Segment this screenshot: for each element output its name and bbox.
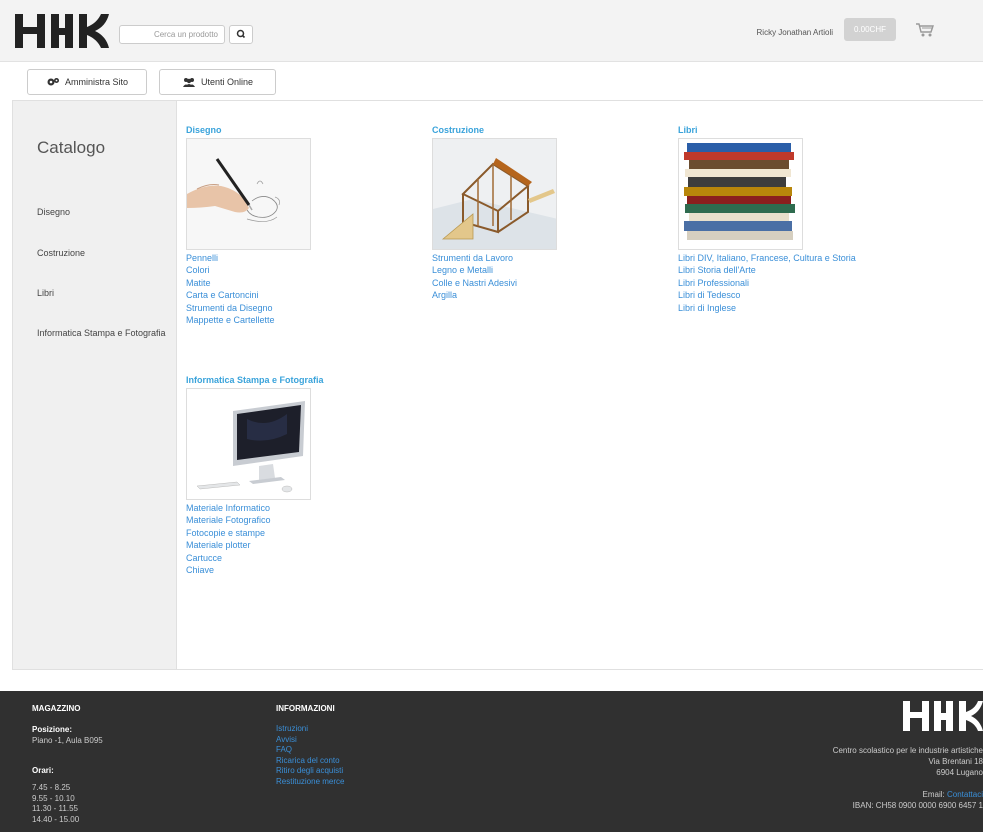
category-image[interactable] [186,388,311,500]
category-title[interactable]: Informatica Stampa e Fotografia [186,375,324,386]
subcategory-link[interactable]: Materiale Fotografico [186,514,324,526]
footer: MAGAZZINO Posizione: Piano -1, Aula B095… [0,691,983,832]
subcategory-link[interactable]: Chiave [186,564,324,576]
iban: IBAN: CH58 0900 0000 6900 6457 1 [852,801,983,810]
position-label: Posizione: [32,725,73,734]
footer-heading-magazzino: MAGAZZINO [32,704,81,713]
footer-link-avvisi[interactable]: Avvisi [276,735,344,746]
subcategory-link[interactable]: Strumenti da Lavoro [432,252,557,264]
subcategory-link[interactable]: Libri DIV, Italiano, Francese, Cultura e… [678,252,856,264]
footer-link-istruzioni[interactable]: Istruzioni [276,724,344,735]
subcategory-link[interactable]: Libri di Tedesco [678,289,856,301]
balance-badge[interactable]: 0.00CHF [844,18,896,41]
subcategory-link[interactable]: Argilla [432,289,557,301]
subcategory-link[interactable]: Materiale Informatico [186,502,324,514]
subcategory-link[interactable]: Carta e Cartoncini [186,289,311,301]
info-links: Istruzioni Avvisi FAQ Ricarica del conto… [276,724,344,788]
book-stack-icon [679,139,802,249]
computer-monitor-icon [187,389,310,499]
subcategory-link[interactable]: Colle e Nastri Adesivi [432,277,557,289]
users-icon [182,78,195,87]
footer-link-ritiro[interactable]: Ritiro degli acquisti [276,766,344,777]
subcategory-link[interactable]: Mappette e Cartellette [186,314,311,326]
school-city: 6904 Lugano [936,768,983,777]
subcategory-link[interactable]: Matite [186,277,311,289]
online-users-label: Utenti Online [200,77,254,87]
sidebar-item-disegno[interactable]: Disegno [37,207,70,217]
contact-link[interactable]: Contattaci [947,790,983,799]
sidebar-item-libri[interactable]: Libri [37,288,54,298]
search-button[interactable] [229,25,253,44]
school-street: Via Brentani 18 [928,757,983,766]
hours-item: 9.55 - 10.10 [32,793,75,803]
subcategory-link[interactable]: Pennelli [186,252,311,264]
category-informatica: Informatica Stampa e Fotografia Material… [186,375,324,576]
sidebar-title: Catalogo [37,138,106,157]
school-name: Centro scolastico per le industrie artis… [832,746,983,755]
category-title[interactable]: Disegno [186,125,311,136]
position-value: Piano -1, Aula B095 [32,736,103,745]
subcategory-link[interactable]: Materiale plotter [186,539,324,551]
category-costruzione: Costruzione Strumenti da Lavoro Legno e … [432,125,557,302]
subcategory-list: Libri DIV, Italiano, Francese, Cultura e… [678,252,856,314]
admin-site-button[interactable]: Amministra Sito [27,69,147,95]
sidebar: Catalogo Disegno Costruzione Libri Infor… [13,101,177,669]
sidebar-item-informatica[interactable]: Informatica Stampa e Fotografia [37,328,166,338]
footer-heading-informazioni: INFORMAZIONI [276,704,335,713]
site-logo[interactable] [15,14,111,48]
subcategory-link[interactable]: Libri di Inglese [678,302,856,314]
sidebar-item-costruzione[interactable]: Costruzione [37,248,85,258]
category-title[interactable]: Libri [678,125,856,136]
footer-link-restituzione[interactable]: Restituzione merce [276,777,344,788]
subcategory-link[interactable]: Libri Professionali [678,277,856,289]
shopping-cart-icon[interactable] [915,22,935,38]
subcategory-link[interactable]: Fotocopie e stampe [186,527,324,539]
subcategory-link[interactable]: Libri Storia dell'Arte [678,264,856,276]
user-name[interactable]: Ricky Jonathan Artioli [757,28,833,37]
drawing-hand-icon [187,139,310,249]
email-row: Email: Contattaci [923,790,983,799]
footer-link-ricarica[interactable]: Ricarica del conto [276,756,344,767]
admin-site-label: Amministra Sito [64,77,128,87]
subcategory-link[interactable]: Strumenti da Disegno [186,302,311,314]
hours-item: 14.40 - 15.00 [32,814,80,824]
hours-item: 7.45 - 8.25 [32,783,71,792]
email-label: Email: [922,790,945,799]
subcategory-link[interactable]: Legno e Metalli [432,264,557,276]
hours-label: Orari: [32,766,54,775]
category-disegno: Disegno Pennelli Colori Matite Carta e C… [186,125,311,326]
category-title[interactable]: Costruzione [432,125,557,136]
category-image[interactable] [186,138,311,250]
subcategory-list: Strumenti da Lavoro Legno e Metalli Coll… [432,252,557,302]
subcategory-list: Pennelli Colori Matite Carta e Cartoncin… [186,252,311,326]
search-input[interactable]: Cerca un prodotto [119,25,225,44]
header: Cerca un prodotto Ricky Jonathan Artioli… [0,0,983,62]
catalog-container: Catalogo Disegno Costruzione Libri Infor… [12,100,983,670]
footer-link-faq[interactable]: FAQ [276,745,344,756]
search-icon [236,29,246,39]
footer-logo [903,701,983,731]
online-users-button[interactable]: Utenti Online [159,69,276,95]
cogs-icon [47,78,59,86]
category-libri: Libri Libri DIV, Italiano, Francese, Cul… [678,125,856,314]
house-construction-icon [433,139,556,249]
subcategory-list: Materiale Informatico Materiale Fotograf… [186,502,324,576]
category-image[interactable] [678,138,803,250]
subcategory-link[interactable]: Cartucce [186,552,324,564]
subcategory-link[interactable]: Colori [186,264,311,276]
category-image[interactable] [432,138,557,250]
hours-list: 7.45 - 8.25 9.55 - 10.10 11.30 - 11.55 1… [32,783,79,825]
hours-item: 11.30 - 11.55 [32,804,78,813]
